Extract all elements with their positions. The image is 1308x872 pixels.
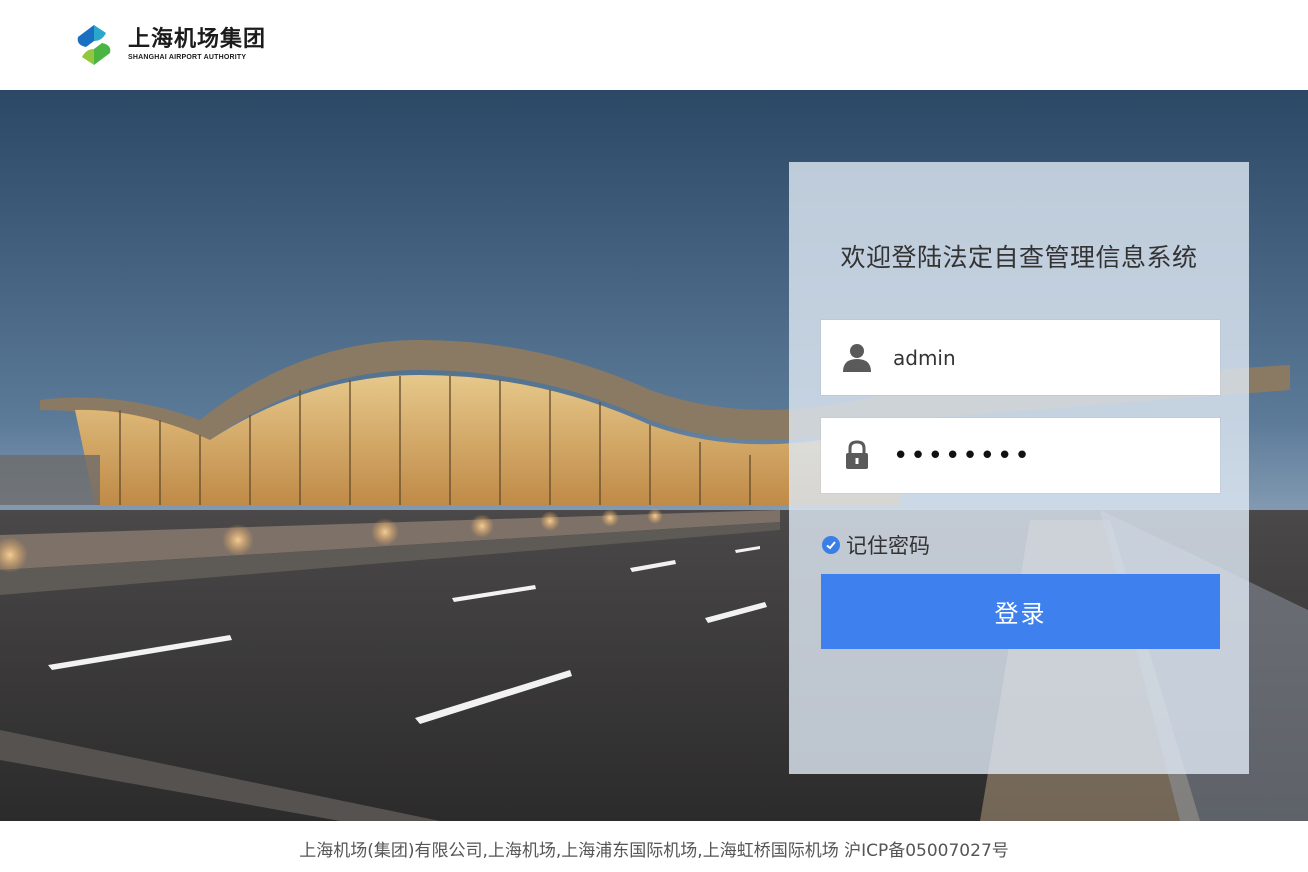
lock-icon bbox=[846, 440, 868, 469]
logo-english-name: SHANGHAI AIRPORT AUTHORITY bbox=[128, 54, 247, 61]
logo[interactable]: 上海机场集团 SHANGHAI AIRPORT AUTHORITY bbox=[72, 22, 266, 68]
user-icon bbox=[843, 344, 871, 372]
remember-password-label: 记住密码 bbox=[846, 534, 930, 558]
footer: 上海机场(集团)有限公司,上海机场,上海浦东国际机场,上海虹桥国际机场 沪ICP… bbox=[0, 821, 1308, 872]
login-title: 欢迎登陆法定自查管理信息系统 bbox=[840, 243, 1198, 272]
header: 上海机场集团 SHANGHAI AIRPORT AUTHORITY bbox=[0, 0, 1308, 90]
login-button[interactable]: 登录 bbox=[821, 574, 1220, 649]
logo-chinese-name: 上海机场集团 bbox=[128, 27, 267, 52]
airport-logo-icon bbox=[77, 25, 111, 65]
footer-copyright: 上海机场(集团)有限公司,上海机场,上海浦东国际机场,上海虹桥国际机场 沪ICP… bbox=[299, 841, 1009, 861]
password-field[interactable]: •••••••• bbox=[821, 418, 1220, 493]
username-input[interactable] bbox=[893, 320, 1203, 395]
remember-password-checkbox[interactable]: 记住密码 bbox=[822, 532, 930, 558]
username-field[interactable] bbox=[821, 320, 1220, 395]
password-input[interactable]: •••••••• bbox=[893, 442, 1032, 470]
check-circle-icon bbox=[822, 536, 840, 554]
